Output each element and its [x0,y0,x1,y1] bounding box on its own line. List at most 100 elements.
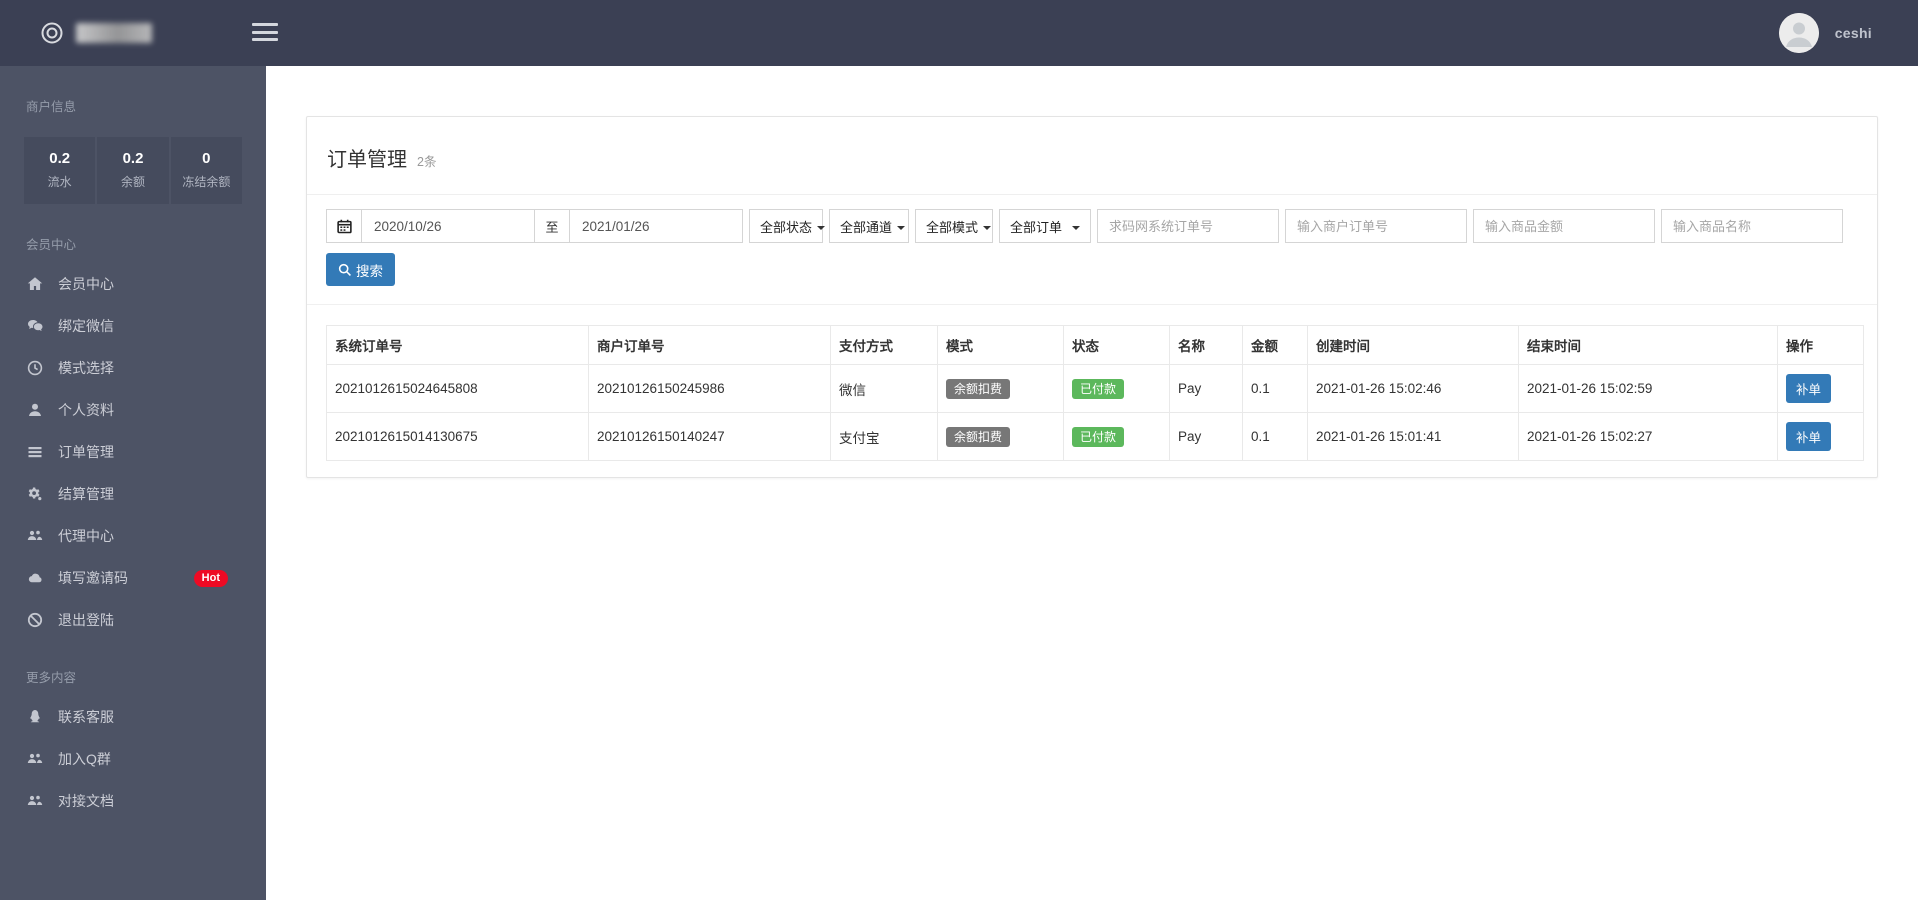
cell-name: Pay [1169,412,1243,461]
filter-input-product-name[interactable] [1661,209,1843,243]
sidebar-item-settlement-management[interactable]: 结算管理 [0,473,266,515]
order-count-label: 2条 [417,155,437,169]
user-icon [26,402,44,418]
stat-label: 余额 [120,175,145,189]
orders-table: 系统订单号 商户订单号 支付方式 模式 状态 名称 金额 创建时间 结束时间 操作 2021012… [326,325,1864,461]
filter-select-mode[interactable]: 全部模式 [915,209,993,243]
merchant-info-label: 商户信息 [26,100,77,114]
sidebar-item-join-qq-group[interactable]: 加入Q群 [0,738,266,780]
search-button-label: 搜索 [356,263,383,279]
calendar-button[interactable] [326,209,362,243]
cell-action: 补单 [1777,364,1864,413]
menu-section-label-1: 更多内容 [26,671,77,685]
cell-mode: 余额扣费 [937,412,1064,461]
search-button[interactable]: 搜索 [326,253,395,286]
reissue-button[interactable]: 补单 [1786,374,1832,403]
filter-select-channel[interactable]: 全部通道 [829,209,909,243]
app-logo-blurred-text [76,23,152,43]
cell-system_order: 2021012615024645808 [326,364,589,413]
card-header: 订单管理 2条 [307,117,1877,195]
qq-icon [26,709,44,725]
order-management-card: 订单管理 2条 至 全部状态 全部通道 全部模式 全部订单 [306,116,1878,478]
sidebar-item-mode-select[interactable]: 模式选择 [0,347,266,389]
caret-down-icon [983,225,992,234]
calendar-icon [336,219,352,234]
date-to-input[interactable] [569,209,743,243]
sidebar-item-label: 代理中心 [58,528,114,544]
cell-pay_method: 微信 [830,364,938,413]
sidebar-item-label: 填写邀请码 [58,570,128,586]
cell-created: 2021-01-26 15:01:41 [1307,412,1519,461]
sidebar-item-profile[interactable]: 个人资料 [0,389,266,431]
filter-select-label: 全部订单 [1010,219,1063,235]
home-icon [26,276,44,292]
caret-down-icon [1072,225,1080,234]
hamburger-menu-icon[interactable] [252,23,278,43]
filter-area: 至 全部状态 全部通道 全部模式 全部订单 搜索 [307,195,1877,286]
logo-rings-icon [40,21,64,45]
sidebar-item-api-docs[interactable]: 对接文档 [0,780,266,822]
sidebar-item-invite-code[interactable]: 填写邀请码 Hot [0,557,266,599]
users-icon [26,528,44,544]
cell-pay_method: 支付宝 [830,412,938,461]
sidebar-item-bind-wechat[interactable]: 绑定微信 [0,305,266,347]
filter-select-order-type[interactable]: 全部订单 [999,209,1091,243]
search-row: 搜索 [326,253,1858,286]
filter-select-label: 全部状态 [760,219,813,235]
sidebar-item-contact-support[interactable]: 联系客服 [0,696,266,738]
filter-input-system-order-no[interactable] [1097,209,1279,243]
caret-down-icon [897,225,906,234]
top-navbar: ceshi [0,0,1918,66]
stat-box-2: 0 冻结余额 [170,137,242,204]
orders-table-wrap: 系统订单号 商户订单号 支付方式 模式 状态 名称 金额 创建时间 结束时间 操作 2021012… [307,305,1877,477]
reissue-button[interactable]: 补单 [1786,422,1832,451]
ban-icon [26,612,44,628]
filter-input-merchant-order-no[interactable] [1285,209,1467,243]
stat-box-1: 0.2 余额 [97,137,169,204]
users-icon [26,793,44,809]
date-range-group: 至 [326,209,743,243]
cell-system_order: 2021012615014130675 [326,412,589,461]
sidebar-item-label: 结算管理 [58,486,114,502]
cloud-icon [26,570,44,586]
filter-input-product-amount[interactable] [1473,209,1655,243]
cell-ended: 2021-01-26 15:02:59 [1518,364,1778,413]
filter-select-label: 全部模式 [926,219,979,235]
sidebar-item-logout[interactable]: 退出登陆 [0,599,266,641]
cell-amount: 0.1 [1242,412,1308,461]
column-header-pay_method: 支付方式 [830,325,938,365]
avatar [1778,13,1819,53]
cell-name: Pay [1169,364,1243,413]
column-header-amount: 金额 [1242,325,1308,365]
column-header-action: 操作 [1777,325,1864,365]
sidebar-item-order-management[interactable]: 订单管理 [0,431,266,473]
list-icon [26,444,44,460]
stat-value: 0.2 [49,150,71,167]
mode-badge: 余额扣费 [946,378,1011,399]
search-icon [338,263,352,277]
sidebar-item-member-center[interactable]: 会员中心 [0,263,266,305]
cell-created: 2021-01-26 15:02:46 [1307,364,1519,413]
main-content: 订单管理 2条 至 全部状态 全部通道 全部模式 全部订单 [266,66,1918,908]
column-header-status: 状态 [1063,325,1170,365]
sidebar-item-label: 联系客服 [58,709,114,725]
column-header-mode: 模式 [937,325,1064,365]
cell-mode: 余额扣费 [937,364,1064,413]
sidebar-item-label: 个人资料 [58,402,114,418]
cell-action: 补单 [1777,412,1864,461]
sidebar-item-label: 对接文档 [58,793,114,809]
sidebar-item-agent-center[interactable]: 代理中心 [0,515,266,557]
caret-down-icon [817,225,826,234]
sidebar-item-label: 加入Q群 [58,751,111,767]
filter-row: 至 全部状态 全部通道 全部模式 全部订单 [326,209,1858,243]
app-logo[interactable] [0,21,152,45]
stat-value: 0.2 [122,150,144,167]
user-menu[interactable]: ceshi [1778,0,1872,66]
cell-merchant_order: 20210126150140247 [588,412,831,461]
filter-select-status[interactable]: 全部状态 [749,209,826,243]
table-header-row: 系统订单号 商户订单号 支付方式 模式 状态 名称 金额 创建时间 结束时间 操作 [326,325,1864,365]
date-from-input[interactable] [361,209,535,243]
column-header-name: 名称 [1169,325,1243,365]
comments-icon [26,318,44,334]
sidebar-item-label: 会员中心 [58,276,114,292]
